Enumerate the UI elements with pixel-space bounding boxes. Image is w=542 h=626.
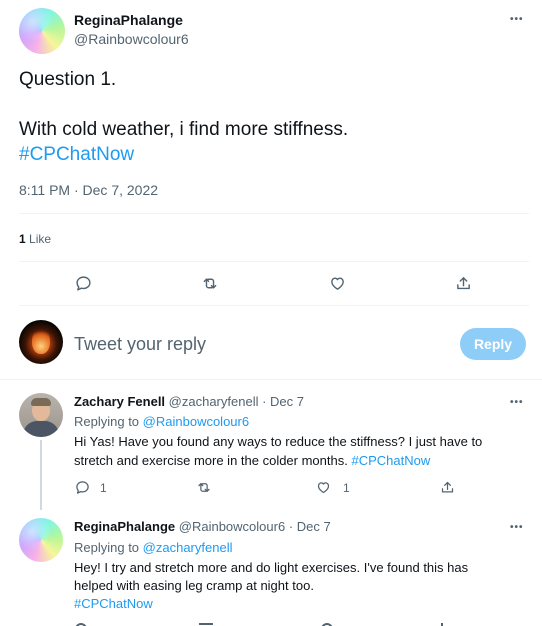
likes-count: 1 bbox=[19, 232, 26, 246]
author-name[interactable]: ReginaPhalange bbox=[74, 12, 183, 28]
reply-input[interactable]: Tweet your reply bbox=[74, 334, 444, 356]
reply-date[interactable]: · Dec 7 bbox=[289, 519, 331, 534]
mention-link[interactable]: @zacharyfenell bbox=[143, 540, 233, 555]
replying-to: Replying to @Rainbowcolour6 bbox=[74, 414, 249, 429]
share-icon[interactable] bbox=[455, 275, 472, 292]
likes-label: Like bbox=[29, 232, 52, 246]
replying-to-label: Replying to bbox=[74, 414, 140, 429]
divider bbox=[19, 213, 529, 214]
hashtag-link[interactable]: #CPChatNow bbox=[19, 144, 134, 166]
like-icon bbox=[317, 482, 330, 494]
reply-icon bbox=[76, 481, 89, 494]
hashtag-link[interactable]: #CPChatNow bbox=[74, 596, 153, 611]
partial-action-row bbox=[75, 620, 465, 626]
author-handle[interactable]: @Rainbowcolour6 bbox=[74, 31, 189, 47]
divider bbox=[0, 379, 542, 380]
thread-line bbox=[40, 440, 42, 510]
author-handle[interactable]: @zacharyfenell bbox=[169, 394, 259, 409]
likes-stat[interactable]: 1 Like bbox=[19, 232, 51, 246]
author-handle[interactable]: @Rainbowcolour6 bbox=[179, 519, 285, 534]
like-count: 1 bbox=[343, 480, 350, 495]
like-action[interactable]: 1 bbox=[316, 480, 350, 495]
reply-text-line-2: stretch and exercise more in the colder … bbox=[74, 453, 430, 468]
share-action[interactable] bbox=[440, 480, 455, 495]
author-name[interactable]: ReginaPhalange bbox=[74, 519, 175, 534]
avatar[interactable] bbox=[19, 8, 65, 54]
share-icon bbox=[441, 481, 454, 493]
avatar[interactable] bbox=[19, 393, 63, 437]
reply-header: ReginaPhalange @Rainbowcolour6 · Dec 7 bbox=[74, 519, 331, 534]
current-user-avatar[interactable] bbox=[19, 320, 63, 364]
more-options-icon[interactable]: ••• bbox=[510, 523, 524, 533]
replying-to-label: Replying to bbox=[74, 540, 140, 555]
reply-icon[interactable] bbox=[75, 275, 92, 292]
divider bbox=[19, 261, 529, 262]
like-icon[interactable] bbox=[329, 275, 346, 292]
reply-count: 1 bbox=[100, 480, 107, 495]
reply-action[interactable]: 1 bbox=[75, 480, 107, 495]
hashtag-link[interactable]: #CPChatNow bbox=[351, 453, 430, 468]
retweet-icon bbox=[198, 483, 210, 492]
reply-date[interactable]: · Dec 7 bbox=[262, 394, 304, 409]
retweet-icon[interactable] bbox=[201, 275, 219, 292]
reply-text-line: Hi Yas! Have you found any ways to reduc… bbox=[74, 434, 483, 449]
divider bbox=[19, 305, 529, 306]
replying-to: Replying to @zacharyfenell bbox=[74, 540, 232, 555]
more-options-icon[interactable]: ••• bbox=[510, 15, 524, 25]
reply-text-line: Hey! I try and stretch more and do light… bbox=[74, 560, 469, 575]
tweet-text-line: Question 1. bbox=[19, 69, 117, 90]
reply-text: stretch and exercise more in the colder … bbox=[74, 453, 348, 468]
reply-text-line: helped with easing leg cramp at night to… bbox=[74, 578, 314, 593]
mention-link[interactable]: @Rainbowcolour6 bbox=[143, 414, 249, 429]
more-options-icon[interactable]: ••• bbox=[510, 398, 524, 408]
tweet-text-line: With cold weather, i find more stiffness… bbox=[19, 119, 349, 140]
author-name[interactable]: Zachary Fenell bbox=[74, 394, 165, 409]
tweet-timestamp[interactable]: 8:11 PM · Dec 7, 2022 bbox=[19, 182, 158, 198]
avatar[interactable] bbox=[19, 518, 63, 562]
reply-button[interactable]: Reply bbox=[460, 328, 526, 360]
reply-header: Zachary Fenell @zacharyfenell · Dec 7 bbox=[74, 394, 304, 409]
retweet-action[interactable] bbox=[196, 480, 212, 495]
